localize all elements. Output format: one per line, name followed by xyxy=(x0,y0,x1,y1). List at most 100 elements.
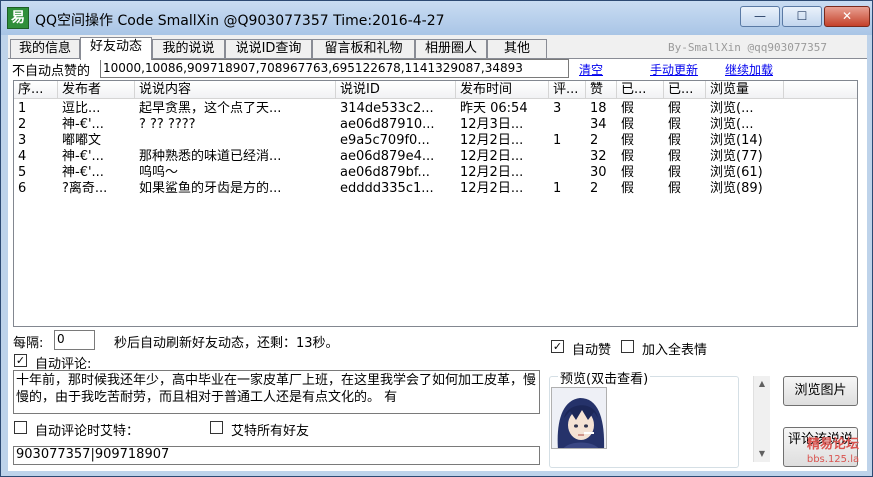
col-liked-1[interactable]: 已... xyxy=(617,81,664,99)
cell-likes: 34 xyxy=(590,117,607,132)
manual-refresh-link[interactable]: 手动更新 xyxy=(650,61,698,78)
table-row[interactable]: 1 逗比... 起早贪黑，这个点了天... 314de533c2... 昨天 0… xyxy=(14,101,857,117)
table-row[interactable]: 2 神-€'... ? ?? ???? ae06d87910... 12月3日.… xyxy=(14,117,857,133)
mention-all-checkbox[interactable] xyxy=(210,421,223,434)
avatar-illustration-icon xyxy=(557,398,605,448)
cell-likes: 2 xyxy=(590,133,599,148)
preview-scrollbar[interactable]: ▲ ▼ xyxy=(753,376,770,462)
col-likes[interactable]: 赞 xyxy=(586,81,617,99)
cell-likes: 2 xyxy=(590,181,599,196)
mention-on-comment-checkbox[interactable] xyxy=(14,421,27,434)
col-index[interactable]: 序... xyxy=(14,81,58,99)
cell-poster: 神-€'... xyxy=(62,149,104,164)
add-all-emoji-checkbox[interactable] xyxy=(621,340,634,353)
tab-my-info[interactable]: 我的信息 xyxy=(10,39,80,59)
no-auto-like-input[interactable]: 10000,10086,909718907,708967763,69512267… xyxy=(100,59,569,78)
cell-comments: 1 xyxy=(553,181,562,196)
cell-liked-2: 假 xyxy=(668,117,682,132)
tab-other[interactable]: 其他 xyxy=(487,39,547,59)
tab-my-shuoshuo[interactable]: 我的说说 xyxy=(152,39,225,59)
cell-index: 1 xyxy=(18,101,27,116)
title-bar[interactable]: 易 QQ空间操作 Code SmallXin @Q903077357 Time:… xyxy=(1,1,872,35)
cell-poster: 逗比... xyxy=(62,101,101,116)
auto-like-checkbox[interactable]: ✓ xyxy=(551,340,564,353)
col-comments[interactable]: 评... xyxy=(549,81,586,99)
cell-shuoshuo-id: ae06d879e4... xyxy=(340,149,435,164)
col-content[interactable]: 说说内容 xyxy=(135,81,336,99)
cell-views: 浏览(77) xyxy=(710,149,763,164)
friend-feed-panel: 不自动点赞的 10000,10086,909718907,708967763,6… xyxy=(8,58,867,471)
clear-link[interactable]: 清空 xyxy=(579,61,603,78)
cell-poster: 嘟嘟文 xyxy=(62,133,102,148)
cell-liked-2: 假 xyxy=(668,165,682,180)
tab-shuoshuo-id-query[interactable]: 说说ID查询 xyxy=(225,39,312,59)
cell-shuoshuo-id: 314de533c2... xyxy=(340,101,434,116)
scroll-down-arrow-icon[interactable]: ▼ xyxy=(754,446,770,462)
cell-liked-2: 假 xyxy=(668,149,682,164)
auto-comment-checkbox[interactable]: ✓ xyxy=(14,354,27,367)
mention-all-label: 艾特所有好友 xyxy=(231,424,310,439)
col-poster[interactable]: 发布者 xyxy=(58,81,135,99)
cell-poster: 神-€'... xyxy=(62,117,104,132)
comment-textarea[interactable]: 十年前，那时候我还年少，高中毕业在一家皮革厂上班，在这里我学会了如何加工皮革，慢… xyxy=(13,370,540,414)
add-all-emoji-label: 加入全表情 xyxy=(642,343,708,358)
col-post-time[interactable]: 发布时间 xyxy=(456,81,549,99)
cell-liked-1: 假 xyxy=(621,181,635,196)
cell-index: 2 xyxy=(18,117,27,132)
table-row[interactable]: 3 嘟嘟文 e9a5c709f0... 12月2日... 1 2 假 假 浏览(… xyxy=(14,133,857,149)
app-icon: 易 xyxy=(7,7,29,29)
preview-title: 预览(双击查看) xyxy=(558,368,651,387)
cell-views: 浏览(... xyxy=(710,117,754,132)
cell-content xyxy=(135,133,336,149)
author-byline: By-SmallXin @qq903077357 xyxy=(668,41,827,54)
refresh-countdown-text: 秒后自动刷新好友动态，还剩：13秒。 xyxy=(114,336,339,351)
table-row[interactable]: 4 神-€'... 那种熟悉的味道已经消... ae06d879e4... 12… xyxy=(14,149,857,165)
cell-index: 5 xyxy=(18,165,27,180)
table-row[interactable]: 6 ?离奇... 如果鲨鱼的牙齿是方的... edddd335c1... 12月… xyxy=(14,181,857,197)
refresh-interval-label: 每隔: xyxy=(13,336,44,351)
main-window: 易 QQ空间操作 Code SmallXin @Q903077357 Time:… xyxy=(0,0,873,477)
tab-album-tag[interactable]: 相册圈人 xyxy=(415,39,487,59)
tab-guestbook-gifts[interactable]: 留言板和礼物 xyxy=(312,39,415,59)
table-row[interactable]: 5 神-€'... 呜呜～ ae06d879bf... 12月2日... 30 … xyxy=(14,165,857,181)
tab-friend-feed[interactable]: 好友动态 xyxy=(80,37,152,60)
cell-shuoshuo-id: edddd335c1... xyxy=(340,181,434,196)
col-views[interactable]: 浏览量 xyxy=(706,81,784,99)
client-area: 我的信息 好友动态 我的说说 说说ID查询 留言板和礼物 相册圈人 其他 By-… xyxy=(8,35,867,471)
auto-like-label: 自动赞 xyxy=(572,343,612,358)
cell-comments xyxy=(549,165,586,181)
tab-strip: 我的信息 好友动态 我的说说 说说ID查询 留言板和礼物 相册圈人 其他 xyxy=(8,37,568,60)
cell-post-time: 12月3日... xyxy=(460,117,524,132)
cell-likes: 18 xyxy=(590,101,607,116)
preview-avatar-image[interactable] xyxy=(551,387,607,449)
refresh-interval-input[interactable]: 0 xyxy=(54,330,95,350)
cell-index: 3 xyxy=(18,133,27,148)
load-more-link[interactable]: 继续加载 xyxy=(725,61,773,78)
col-liked-2[interactable]: 已... xyxy=(664,81,706,99)
cell-liked-2: 假 xyxy=(668,133,682,148)
browse-images-button[interactable]: 浏览图片 xyxy=(783,376,858,406)
cell-post-time: 昨天 06:54 xyxy=(460,101,528,116)
cell-content: 起早贪黑，这个点了天... xyxy=(139,101,282,116)
cell-poster: 神-€'... xyxy=(62,165,104,180)
cell-views: 浏览(14) xyxy=(710,133,763,148)
scroll-up-arrow-icon[interactable]: ▲ xyxy=(754,376,770,392)
forum-watermark: 精易论坛 bbs.125.la xyxy=(798,437,868,473)
cell-liked-1: 假 xyxy=(621,133,635,148)
cell-index: 6 xyxy=(18,181,27,196)
mention-on-comment-label: 自动评论时艾特： xyxy=(35,424,140,439)
mention-qq-input[interactable]: 903077357|909718907 xyxy=(13,446,540,465)
cell-likes: 30 xyxy=(590,165,607,180)
close-button[interactable]: ✕ xyxy=(824,6,870,27)
maximize-button[interactable]: ☐ xyxy=(782,6,822,27)
cell-liked-1: 假 xyxy=(621,165,635,180)
feed-list-header: 序... 发布者 说说内容 说说ID 发布时间 评... 赞 已... 已...… xyxy=(14,81,857,99)
window-title: QQ空间操作 Code SmallXin @Q903077357 Time:20… xyxy=(35,13,445,29)
no-auto-like-label: 不自动点赞的 xyxy=(12,64,91,79)
minimize-button[interactable]: — xyxy=(740,6,780,27)
col-shuoshuo-id[interactable]: 说说ID xyxy=(336,81,456,99)
cell-comments: 3 xyxy=(553,101,562,116)
cell-views: 浏览(... xyxy=(710,101,754,116)
cell-poster: ?离奇... xyxy=(62,181,108,196)
friend-feed-list[interactable]: 序... 发布者 说说内容 说说ID 发布时间 评... 赞 已... 已...… xyxy=(13,80,858,327)
